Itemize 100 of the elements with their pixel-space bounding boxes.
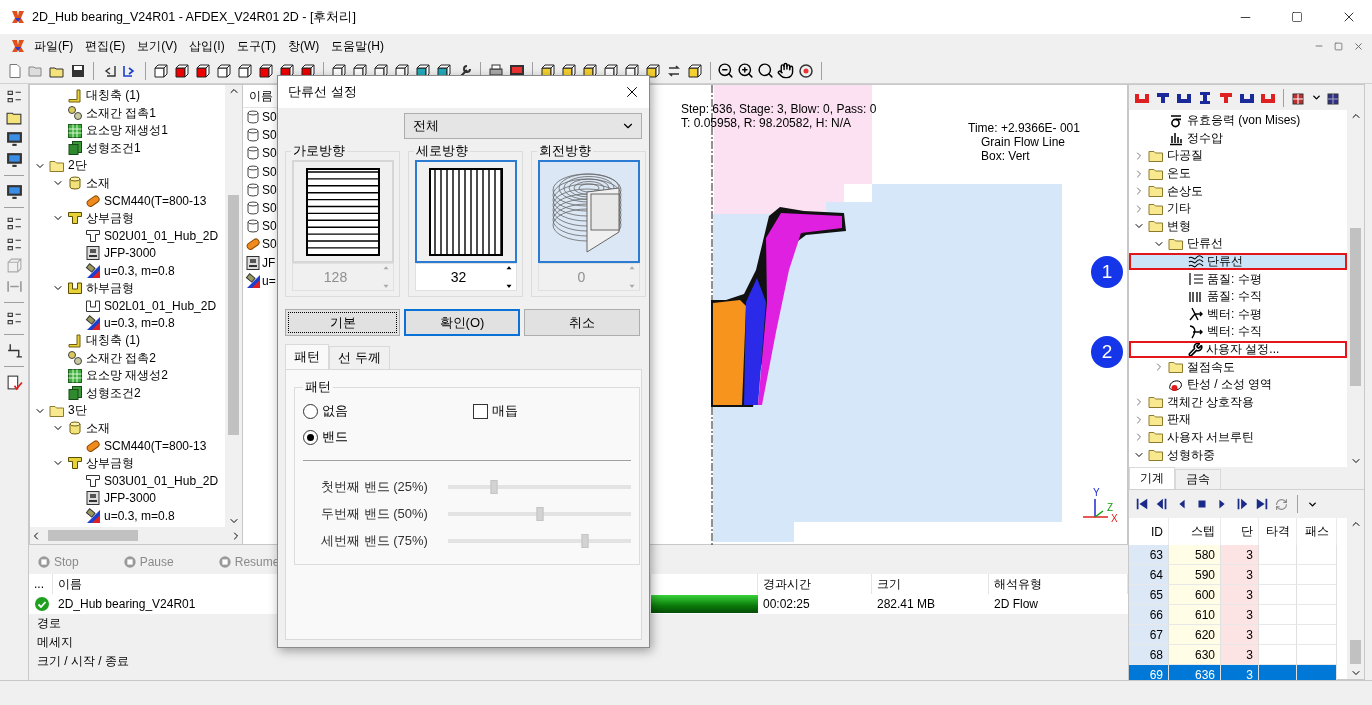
- tree-item[interactable]: 소재: [30, 419, 225, 437]
- node-icon[interactable]: [5, 342, 23, 359]
- list-item[interactable]: S0: [243, 162, 280, 181]
- tree-item[interactable]: 벡터: 수평: [1129, 305, 1347, 324]
- tree-item[interactable]: SCM440(T=800-13: [30, 192, 225, 210]
- dialog-button[interactable]: 확인(O): [404, 309, 520, 336]
- list-item[interactable]: u=: [243, 271, 280, 290]
- tree-item[interactable]: 벡터: 수직: [1129, 323, 1347, 341]
- maximize-icon[interactable]: [1291, 11, 1303, 23]
- list-item[interactable]: S0: [243, 198, 280, 218]
- step-forward-icon[interactable]: [1235, 496, 1249, 512]
- column-header[interactable]: 크기: [872, 574, 989, 594]
- panel-tab[interactable]: 기계: [1129, 467, 1175, 489]
- number-field[interactable]: 32: [414, 263, 517, 291]
- menu-item[interactable]: 보기(V): [133, 35, 182, 57]
- tree-item[interactable]: 사용자 설정...: [1129, 340, 1347, 359]
- list-icon[interactable]: [5, 236, 23, 253]
- caret-down-icon[interactable]: [1311, 92, 1322, 103]
- refresh-icon[interactable]: [1275, 497, 1288, 511]
- tree-item[interactable]: 유효응력 (von Mises): [1129, 112, 1347, 130]
- dialog-tab[interactable]: 패턴: [285, 344, 329, 369]
- list-item[interactable]: S0: [243, 217, 280, 236]
- tree-item[interactable]: 2단: [30, 157, 225, 175]
- radio-circle[interactable]: [303, 403, 318, 419]
- save-icon[interactable]: [69, 62, 87, 79]
- zoom-in-icon[interactable]: [737, 62, 754, 79]
- tree-item[interactable]: 품질: 수직: [1129, 287, 1347, 306]
- column-header[interactable]: 해석유형: [989, 574, 1128, 594]
- tree-item[interactable]: 요소망 재생성2: [30, 367, 225, 385]
- cube-icon[interactable]: [686, 62, 704, 79]
- dialog-button[interactable]: 취소: [524, 309, 640, 336]
- list-item[interactable]: S0: [243, 180, 280, 199]
- swap-icon[interactable]: [665, 62, 683, 79]
- tree-item[interactable]: 성형조건1: [30, 139, 225, 157]
- cube-icon[interactable]: [152, 62, 170, 79]
- tree-item[interactable]: u=0.3, m=0.8: [30, 314, 225, 332]
- skip-last-icon[interactable]: [1255, 496, 1269, 512]
- list-icon[interactable]: [5, 310, 23, 327]
- tree-item[interactable]: 성형조건2: [30, 384, 225, 402]
- tree-item[interactable]: 3단: [30, 402, 225, 420]
- document-icon[interactable]: [6, 62, 24, 79]
- cube-icon[interactable]: [644, 62, 662, 79]
- tree-item[interactable]: JFP-3000: [30, 244, 225, 262]
- pattern-option[interactable]: [414, 160, 517, 263]
- list-item[interactable]: S0: [243, 144, 280, 163]
- list-item[interactable]: JF: [243, 253, 280, 272]
- tree-item[interactable]: SCM440(T=800-13: [30, 437, 225, 455]
- step-back-icon[interactable]: [1155, 496, 1169, 512]
- tree-item[interactable]: 변형: [1129, 217, 1347, 236]
- menu-item[interactable]: 도움말(H): [327, 35, 388, 57]
- radio-option[interactable]: 밴드: [303, 428, 473, 446]
- list-item[interactable]: S0: [243, 126, 280, 145]
- tree-item[interactable]: 탄성 / 소성 영역: [1129, 375, 1347, 394]
- menu-item[interactable]: 도구(T): [232, 35, 280, 57]
- cube-icon[interactable]: [194, 62, 212, 79]
- tree-item[interactable]: 객체간 상호작용: [1129, 393, 1347, 412]
- panel-tab[interactable]: 금속: [1175, 469, 1221, 489]
- checkbox-option[interactable]: 매듭: [473, 402, 631, 420]
- horizontal-scrollbar[interactable]: [30, 527, 242, 544]
- tree-item[interactable]: 소재간 접촉1: [30, 104, 225, 122]
- scrollbar-thumb[interactable]: [48, 530, 138, 541]
- filter-dropdown[interactable]: 전체: [404, 113, 642, 139]
- scrollbar-thumb[interactable]: [1350, 640, 1361, 664]
- skip-first-icon[interactable]: [1135, 496, 1149, 512]
- list-item[interactable]: S0: [243, 235, 280, 254]
- tree-item[interactable]: 다공질: [1129, 147, 1347, 165]
- slider-thumb[interactable]: [536, 506, 543, 521]
- rotate-icon[interactable]: [797, 62, 815, 79]
- tree-item[interactable]: u=0.3, m=0.8: [30, 507, 225, 525]
- radio-circle[interactable]: [303, 429, 318, 445]
- tree-item[interactable]: u=0.3, m=0.8: [30, 262, 225, 280]
- tree-item[interactable]: 요소망 재생성1: [30, 122, 225, 140]
- menu-item[interactable]: 편집(E): [81, 35, 130, 57]
- checkbox[interactable]: [473, 403, 488, 419]
- monitor-icon[interactable]: [5, 183, 23, 200]
- tree-item[interactable]: 품질: 수평: [1129, 270, 1347, 288]
- tree-item[interactable]: 판재: [1129, 411, 1347, 429]
- tree-item[interactable]: 상부금형: [30, 454, 225, 472]
- tree-item[interactable]: 소재간 접촉2: [30, 349, 225, 367]
- menu-item[interactable]: 파일(F): [30, 35, 78, 57]
- menu-item[interactable]: 삽입(I): [185, 35, 229, 57]
- cube-icon[interactable]: [173, 62, 191, 79]
- monitor-icon[interactable]: [5, 130, 23, 147]
- tree-item[interactable]: 대칭축 (1): [30, 332, 225, 350]
- hand-icon[interactable]: [777, 62, 794, 79]
- vertical-scrollbar[interactable]: [1347, 518, 1364, 679]
- tree-item[interactable]: S03U01_01_Hub_2D: [30, 472, 225, 490]
- cube-icon[interactable]: [236, 62, 254, 79]
- slider-thumb[interactable]: [581, 533, 589, 548]
- slider-thumb[interactable]: [490, 479, 498, 494]
- menu-item[interactable]: 창(W): [284, 35, 324, 57]
- tree-item[interactable]: S02L01_01_Hub_2D: [30, 297, 225, 315]
- tree-item[interactable]: 상부금형: [30, 209, 225, 227]
- tree-item[interactable]: 손상도: [1129, 182, 1347, 200]
- dialog-button[interactable]: 기본: [285, 309, 400, 336]
- scrollbar-thumb[interactable]: [1350, 228, 1361, 386]
- monitor-icon[interactable]: [5, 151, 23, 168]
- cube-icon[interactable]: [257, 62, 275, 79]
- list-item[interactable]: S0: [243, 108, 280, 127]
- zoom-out-icon[interactable]: [717, 62, 734, 79]
